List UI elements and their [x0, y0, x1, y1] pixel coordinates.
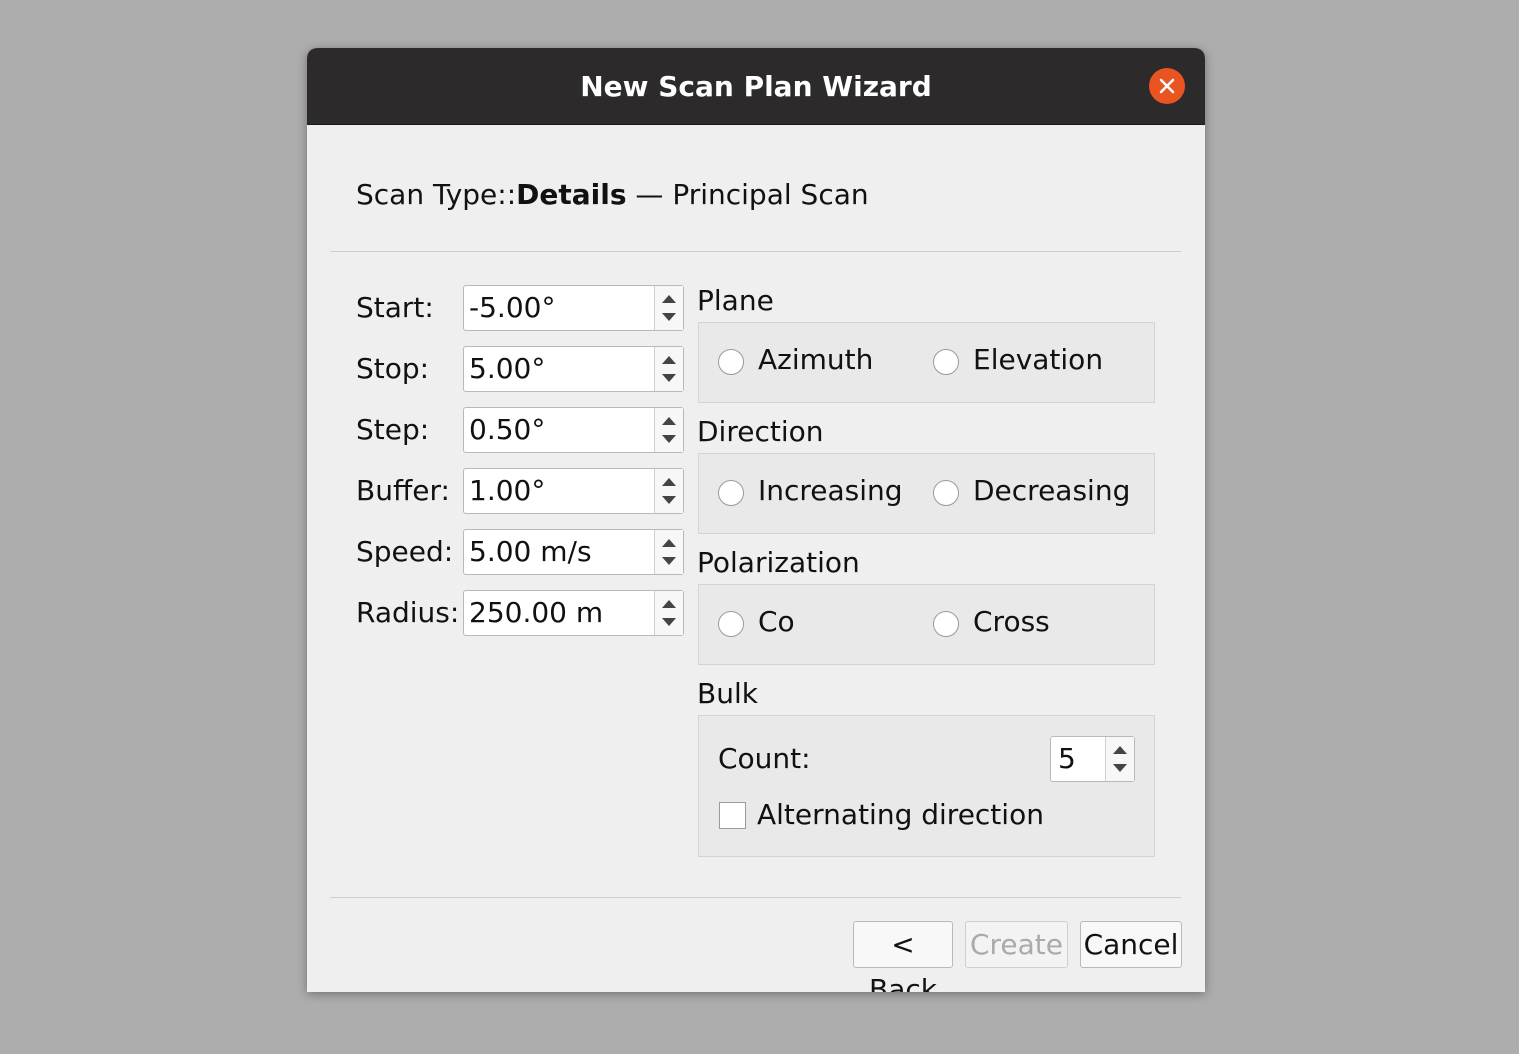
count-value[interactable]: 5 — [1058, 737, 1076, 781]
start-spinbox[interactable]: -5.00° — [463, 285, 684, 331]
increasing-radio[interactable] — [718, 480, 744, 506]
co-label[interactable]: Co — [758, 605, 795, 638]
decreasing-label[interactable]: Decreasing — [973, 474, 1130, 507]
stop-value[interactable]: 5.00° — [469, 347, 545, 391]
co-radio[interactable] — [718, 611, 744, 637]
wizard-dialog: New Scan Plan Wizard Scan Type::Details … — [307, 48, 1205, 992]
azimuth-label[interactable]: Azimuth — [758, 343, 873, 376]
count-spinbox[interactable]: 5 — [1050, 736, 1135, 782]
up-down-arrows-icon[interactable] — [655, 530, 683, 574]
bulk-group: Count: 5 Alternating direction — [698, 715, 1155, 857]
alternating-direction-label[interactable]: Alternating direction — [757, 798, 1044, 831]
plane-group: Azimuth Elevation — [698, 322, 1155, 403]
alternating-direction-checkbox[interactable] — [719, 802, 746, 829]
step-spinbox[interactable]: 0.50° — [463, 407, 684, 453]
close-icon — [1159, 78, 1175, 94]
cross-radio[interactable] — [933, 611, 959, 637]
radius-value[interactable]: 250.00 m — [469, 591, 603, 635]
count-label: Count: — [718, 742, 811, 775]
elevation-label[interactable]: Elevation — [973, 343, 1103, 376]
stop-label: Stop: — [356, 352, 430, 385]
header-suffix: — Principal Scan — [626, 178, 869, 211]
up-down-arrows-icon[interactable] — [655, 347, 683, 391]
radius-spinbox[interactable]: 250.00 m — [463, 590, 684, 636]
up-down-arrows-icon[interactable] — [1106, 737, 1134, 781]
buffer-spinbox[interactable]: 1.00° — [463, 468, 684, 514]
polarization-group-title: Polarization — [697, 546, 860, 579]
direction-group: Increasing Decreasing — [698, 453, 1155, 534]
up-down-arrows-icon[interactable] — [655, 469, 683, 513]
spin-arrows[interactable] — [654, 286, 683, 330]
spin-arrows[interactable] — [654, 347, 683, 391]
step-value[interactable]: 0.50° — [469, 408, 545, 452]
close-button[interactable] — [1149, 68, 1185, 104]
increasing-label[interactable]: Increasing — [758, 474, 903, 507]
start-value[interactable]: -5.00° — [469, 286, 555, 330]
speed-value[interactable]: 5.00 m/s — [469, 530, 592, 574]
back-button[interactable]: < Back — [853, 921, 953, 992]
cancel-button[interactable]: Cancel — [1080, 921, 1182, 968]
back-prefix: < — [891, 928, 915, 961]
start-label: Start: — [356, 291, 434, 324]
back-mnemonic: B — [869, 973, 889, 992]
buffer-value[interactable]: 1.00° — [469, 469, 545, 513]
footer-separator — [330, 897, 1181, 898]
header-prefix: Scan Type:: — [356, 178, 517, 211]
spin-arrows[interactable] — [654, 591, 683, 635]
decreasing-radio[interactable] — [933, 480, 959, 506]
up-down-arrows-icon[interactable] — [655, 286, 683, 330]
page-header: Scan Type::Details — Principal Scan — [356, 178, 869, 211]
title-bar[interactable]: New Scan Plan Wizard — [307, 48, 1205, 125]
stop-spinbox[interactable]: 5.00° — [463, 346, 684, 392]
back-rest: ack — [888, 973, 937, 992]
header-bold: Details — [516, 178, 627, 211]
window-title: New Scan Plan Wizard — [580, 70, 932, 103]
create-button[interactable]: Create — [965, 921, 1068, 968]
spin-arrows[interactable] — [1105, 737, 1134, 781]
radius-label: Radius: — [356, 596, 460, 629]
speed-spinbox[interactable]: 5.00 m/s — [463, 529, 684, 575]
spin-arrows[interactable] — [654, 530, 683, 574]
spin-arrows[interactable] — [654, 469, 683, 513]
spin-arrows[interactable] — [654, 408, 683, 452]
up-down-arrows-icon[interactable] — [655, 408, 683, 452]
azimuth-radio[interactable] — [718, 349, 744, 375]
direction-group-title: Direction — [697, 415, 824, 448]
step-label: Step: — [356, 413, 430, 446]
up-down-arrows-icon[interactable] — [655, 591, 683, 635]
plane-group-title: Plane — [697, 284, 774, 317]
cross-label[interactable]: Cross — [973, 605, 1050, 638]
elevation-radio[interactable] — [933, 349, 959, 375]
speed-label: Speed: — [356, 535, 454, 568]
bulk-group-title: Bulk — [697, 677, 758, 710]
buffer-label: Buffer: — [356, 474, 450, 507]
header-separator — [330, 251, 1181, 252]
polarization-group: Co Cross — [698, 584, 1155, 665]
